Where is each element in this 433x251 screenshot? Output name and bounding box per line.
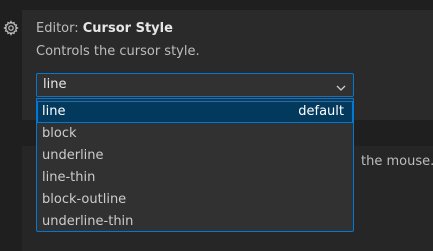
- option-block[interactable]: block: [37, 123, 353, 145]
- gear-icon[interactable]: [3, 20, 19, 36]
- default-badge: default: [298, 104, 344, 119]
- setting-description: Controls the cursor style.: [36, 44, 200, 59]
- option-block-outline[interactable]: block-outline: [37, 189, 353, 211]
- cursor-style-dropdown: line default block underline line-thin b…: [36, 98, 354, 232]
- option-line-thin[interactable]: line-thin: [37, 167, 353, 189]
- option-label: line: [42, 104, 66, 119]
- option-label: underline: [42, 148, 104, 163]
- cursor-style-select[interactable]: line: [36, 73, 354, 97]
- settings-editor: Editor: Cursor Style Controls the cursor…: [0, 0, 433, 251]
- option-label: line-thin: [42, 170, 96, 185]
- select-current-value: line: [43, 77, 67, 92]
- setting-title: Editor: Cursor Style: [36, 20, 173, 38]
- setting-category: Editor:: [36, 21, 83, 36]
- option-underline-thin[interactable]: underline-thin: [37, 211, 353, 233]
- chevron-down-icon: [335, 79, 347, 91]
- option-label: block-outline: [42, 192, 127, 207]
- option-label: underline-thin: [42, 214, 134, 229]
- background-setting-text: the mouse.: [361, 154, 433, 169]
- setting-name: Cursor Style: [82, 21, 173, 36]
- option-underline[interactable]: underline: [37, 145, 353, 167]
- option-label: block: [42, 126, 77, 141]
- option-line[interactable]: line default: [37, 101, 353, 123]
